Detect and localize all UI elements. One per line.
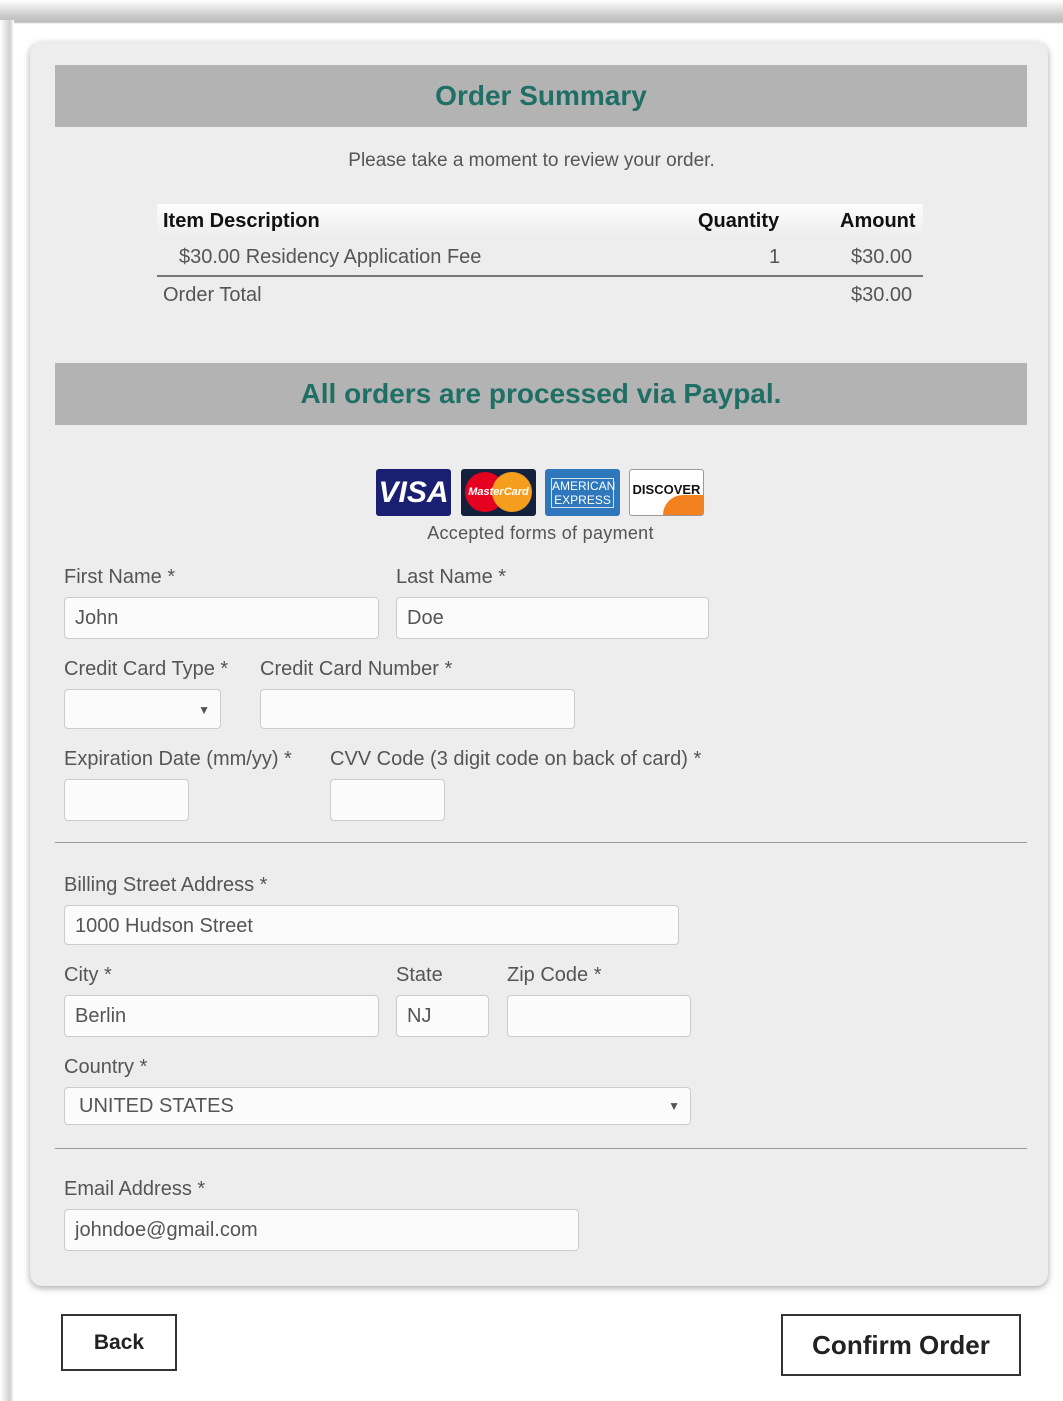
state-label: State xyxy=(396,964,443,986)
back-button[interactable]: Back xyxy=(61,1314,177,1371)
card-type-select[interactable]: ▼ xyxy=(64,689,221,729)
state-input[interactable]: NJ xyxy=(396,995,489,1037)
section-divider xyxy=(55,1148,1027,1149)
order-intro-text: Please take a moment to review your orde… xyxy=(348,150,715,171)
mastercard-logo-text: MasterCard xyxy=(468,486,529,498)
expiration-input[interactable] xyxy=(64,779,189,821)
discover-logo-text: DISCOVER xyxy=(632,482,701,497)
zip-input[interactable] xyxy=(507,995,691,1037)
last-name-input[interactable]: Doe xyxy=(396,597,709,639)
row-quantity: 1 xyxy=(769,246,781,268)
country-label: Country * xyxy=(64,1056,148,1078)
email-label: Email Address * xyxy=(64,1178,206,1200)
row-description: $30.00 Residency Application Fee xyxy=(179,246,482,268)
amex-logo-text: AMERICAN EXPRESS xyxy=(551,478,616,508)
order-total-label: Order Total xyxy=(163,284,262,306)
amex-logo-icon: AMERICAN EXPRESS xyxy=(545,469,620,516)
card-type-label: Credit Card Type * xyxy=(64,658,229,680)
card-number-input[interactable] xyxy=(260,689,575,729)
mastercard-logo-icon: MasterCard xyxy=(461,469,536,516)
zip-label: Zip Code * xyxy=(507,964,602,986)
paypal-banner: All orders are processed via Paypal. xyxy=(55,363,1027,425)
email-input[interactable]: johndoe@gmail.com xyxy=(64,1209,579,1251)
order-table-header: Item Description Quantity Amount xyxy=(157,204,923,238)
chevron-down-icon: ▼ xyxy=(198,703,210,717)
cvv-input[interactable] xyxy=(330,779,445,821)
first-name-label: First Name * xyxy=(64,566,176,588)
cvv-label: CVV Code (3 digit code on back of card) … xyxy=(330,748,702,770)
visa-logo-icon: VISA xyxy=(376,469,451,516)
section-divider xyxy=(55,842,1027,843)
order-summary-title: Order Summary xyxy=(55,65,1027,127)
table-divider xyxy=(157,275,923,277)
last-name-label: Last Name * xyxy=(396,566,507,588)
country-select[interactable]: UNITED STATES ▼ xyxy=(64,1087,691,1125)
street-input[interactable]: 1000 Hudson Street xyxy=(64,905,679,945)
confirm-order-button[interactable]: Confirm Order xyxy=(781,1314,1021,1376)
order-total-value: $30.00 xyxy=(851,284,913,306)
first-name-input[interactable]: John xyxy=(64,597,379,639)
row-amount: $30.00 xyxy=(851,246,913,268)
accepted-payment-label: Accepted forms of payment xyxy=(427,523,654,543)
country-value: UNITED STATES xyxy=(79,1095,234,1117)
city-label: City * xyxy=(64,964,112,986)
header-amount: Amount xyxy=(840,210,916,232)
street-label: Billing Street Address * xyxy=(64,874,268,896)
window-top-edge xyxy=(0,0,1063,24)
card-number-label: Credit Card Number * xyxy=(260,658,453,680)
chevron-down-icon: ▼ xyxy=(668,1099,680,1113)
header-item-description: Item Description xyxy=(163,210,320,232)
window-left-edge xyxy=(0,20,14,1401)
expiration-label: Expiration Date (mm/yy) * xyxy=(64,748,292,770)
city-input[interactable]: Berlin xyxy=(64,995,379,1037)
discover-logo-icon: DISCOVER xyxy=(629,469,704,516)
header-quantity: Quantity xyxy=(698,210,780,232)
